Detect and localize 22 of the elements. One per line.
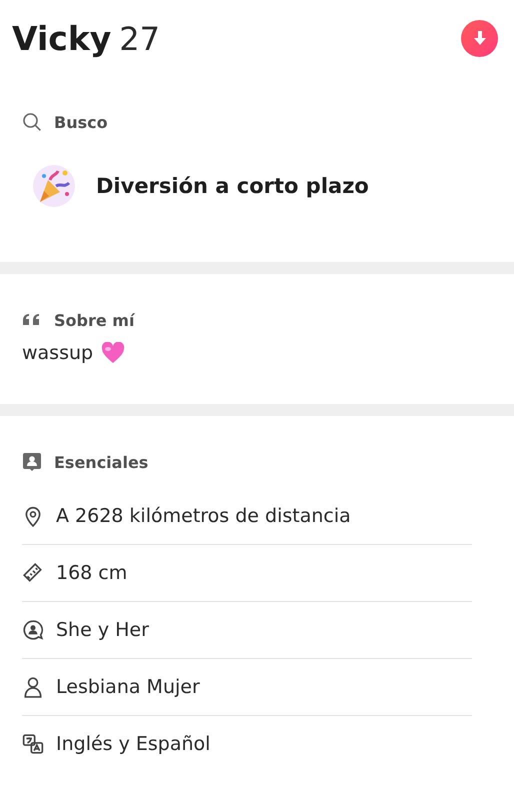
heart-icon — [101, 342, 126, 364]
essential-text: She y Her — [56, 619, 149, 641]
looking-for-value: Diversión a corto plazo — [96, 174, 369, 198]
translate-icon — [22, 733, 44, 755]
essential-text: Lesbiana Mujer — [56, 676, 200, 698]
search-icon — [22, 112, 42, 132]
person-icon — [22, 676, 44, 698]
section-heading: Busco — [54, 112, 108, 132]
speech-person-icon — [22, 619, 44, 641]
section-heading: Esenciales — [54, 452, 148, 472]
profile-card-icon — [22, 452, 42, 472]
collapse-button[interactable] — [461, 20, 498, 56]
essential-text: A 2628 kilómetros de distancia — [56, 505, 351, 527]
profile-age: 27 — [119, 20, 160, 58]
arrow-down-icon — [472, 30, 486, 46]
ruler-icon — [22, 562, 44, 584]
essential-text: 168 cm — [56, 562, 128, 584]
essential-text: Inglés y Español — [56, 733, 210, 755]
section-heading: Sobre mí — [54, 310, 134, 330]
about-text: wassup — [22, 342, 94, 364]
profile-name: Vicky — [12, 18, 112, 58]
party-popper-icon — [32, 164, 76, 208]
